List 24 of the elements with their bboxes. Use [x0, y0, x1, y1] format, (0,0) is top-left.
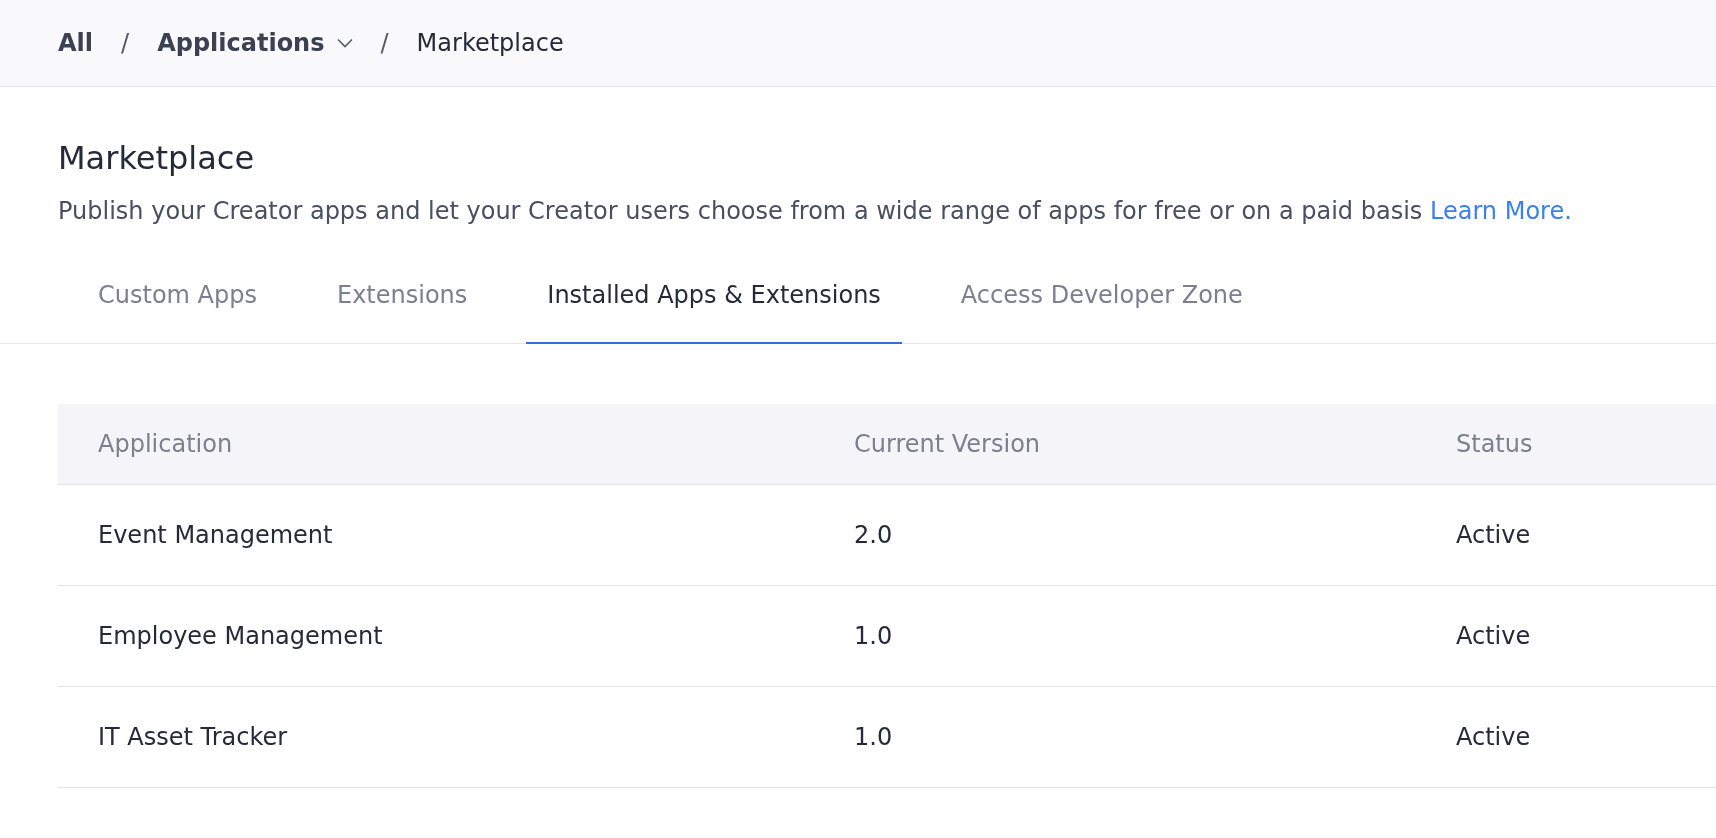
breadcrumb-separator: / — [121, 29, 130, 57]
breadcrumb-separator: / — [380, 29, 389, 57]
table-cell-text: 1.0 — [853, 622, 894, 650]
column-header: Current Version — [853, 430, 1042, 458]
breadcrumb-link[interactable]: All — [58, 29, 94, 57]
table-cell-text: Active — [1455, 723, 1532, 751]
table-cell-text: 1.0 — [853, 723, 894, 751]
learn-more-link[interactable]: Learn More. — [1429, 197, 1572, 225]
tab[interactable]: Custom Apps — [77, 263, 278, 344]
breadcrumb-link[interactable]: Marketplace — [416, 29, 564, 57]
table-cell-text: Event Management — [97, 521, 334, 549]
column-header: Application — [97, 430, 234, 458]
table-cell-text: Active — [1455, 521, 1532, 549]
table-cell-text: Active — [1455, 622, 1532, 650]
column-header: Status — [1455, 430, 1534, 458]
tab[interactable]: Extensions — [315, 263, 489, 344]
table-cell-text: Employee Management — [97, 622, 384, 650]
breadcrumb-link[interactable]: Applications — [157, 29, 353, 57]
page-title: Marketplace — [58, 139, 256, 177]
page-description: Publish your Creator apps and let your Creator users choose from a wide range of apps for free or on a paid basis Learn More. — [58, 197, 1573, 225]
tab[interactable]: Access Developer Zone — [939, 263, 1264, 344]
table-cell-text: 2.0 — [853, 521, 894, 549]
tab[interactable]: Installed Apps & Extensions — [526, 263, 902, 344]
table-cell-text: IT Asset Tracker — [97, 723, 289, 751]
